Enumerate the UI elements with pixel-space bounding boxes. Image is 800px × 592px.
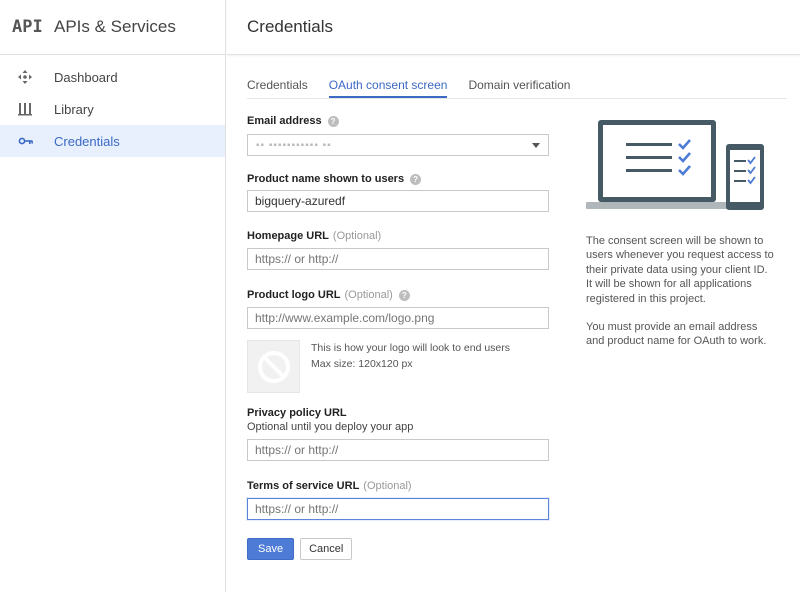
privacy-url-input[interactable] [247, 439, 549, 461]
page-title: Credentials [247, 17, 333, 36]
no-image-icon [257, 350, 290, 383]
homepage-url-input[interactable] [247, 248, 549, 270]
email-label: Email address ? [247, 114, 549, 128]
homepage-label: Homepage URL (Optional) [247, 229, 549, 243]
optional-tag: (Optional) [332, 230, 382, 242]
sidebar-item-dashboard[interactable]: Dashboard [0, 61, 225, 93]
email-label-text: Email address [247, 115, 322, 127]
sidebar-item-label: Credentials [54, 133, 120, 149]
sidebar: API APIs & Services Dashboard Library Cr… [0, 0, 226, 592]
library-icon [18, 102, 54, 116]
optional-tag: (Optional) [363, 480, 412, 492]
terms-label: Terms of service URL (Optional) [247, 479, 549, 493]
privacy-label-text: Privacy policy URL [247, 407, 347, 419]
logo-preview-line1: This is how your logo will look to end u… [311, 342, 511, 354]
tab-oauth-consent-screen[interactable]: OAuth consent screen [328, 72, 448, 98]
cancel-button[interactable]: Cancel [300, 538, 353, 560]
help-icon[interactable]: ? [410, 173, 422, 185]
api-logo: API [12, 17, 43, 37]
email-select-value: ▪▪ ▪▪▪▪▪▪▪▪▪▪▪ ▪▪ [256, 139, 332, 151]
privacy-sublabel: Optional until you deploy your app [247, 421, 414, 433]
save-button[interactable]: Save [247, 538, 295, 560]
key-icon [18, 136, 54, 146]
info-consent-text: The consent screen will be shown to user… [586, 235, 774, 305]
sidebar-nav: Dashboard Library Credentials [0, 61, 225, 157]
info-requirement-text: You must provide an email address and pr… [586, 321, 767, 348]
sidebar-item-credentials[interactable]: Credentials [0, 125, 225, 157]
sidebar-item-library[interactable]: Library [0, 93, 225, 125]
tab-domain-verification[interactable]: Domain verification [468, 72, 570, 98]
email-select[interactable]: ▪▪ ▪▪▪▪▪▪▪▪▪▪▪ ▪▪ [247, 134, 549, 156]
tab-credentials[interactable]: Credentials [247, 72, 308, 98]
help-icon[interactable]: ? [398, 289, 410, 301]
product-name-input[interactable] [247, 190, 549, 212]
dashboard-icon [18, 70, 54, 84]
product-name-label: Product name shown to users ? [247, 172, 549, 186]
app-title: APIs & Services [54, 17, 176, 36]
chevron-down-icon [532, 142, 540, 148]
oauth-consent-form: Email address ? ▪▪ ▪▪▪▪▪▪▪▪▪▪▪ ▪▪ Produc… [247, 114, 549, 560]
logo-preview-line2: Max size: 120x120 px [311, 358, 413, 370]
help-icon[interactable]: ? [327, 115, 339, 127]
product-name-label-text: Product name shown to users [247, 173, 405, 185]
sidebar-item-label: Library [54, 101, 94, 117]
homepage-label-text: Homepage URL [247, 230, 329, 242]
form-buttons: Save Cancel [247, 538, 549, 560]
logo-url-label: Product logo URL (Optional) ? [247, 288, 549, 302]
logo-preview-text: This is how your logo will look to end u… [311, 340, 510, 393]
optional-tag: (Optional) [344, 289, 393, 301]
privacy-label: Privacy policy URL [247, 406, 549, 420]
consent-screen-illustration [586, 120, 764, 210]
brand: API APIs & Services [0, 0, 225, 55]
logo-url-input[interactable] [247, 307, 549, 329]
info-panel: The consent screen will be shown to user… [586, 234, 776, 349]
tabs-divider [247, 98, 787, 99]
page-header: Credentials [227, 0, 800, 55]
logo-url-label-text: Product logo URL [247, 289, 341, 301]
logo-placeholder [247, 340, 300, 393]
tab-bar: Credentials OAuth consent screen Domain … [247, 72, 591, 98]
terms-url-input[interactable] [247, 498, 549, 520]
terms-label-text: Terms of service URL [247, 480, 360, 492]
sidebar-item-label: Dashboard [54, 69, 118, 85]
logo-preview: This is how your logo will look to end u… [247, 340, 549, 393]
